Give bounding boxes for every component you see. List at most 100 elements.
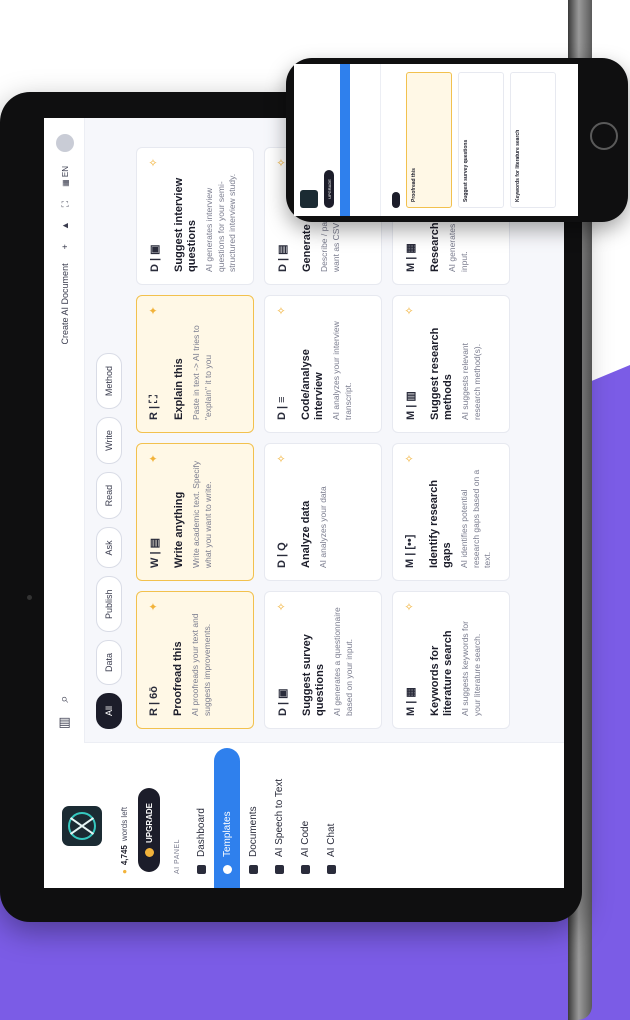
tablet-camera xyxy=(27,595,32,600)
card-description: Paste in text -> AI tries to "explain" i… xyxy=(191,325,213,420)
app-window: ● 4,745 words left UPGRADE AI PANEL Dash… xyxy=(44,118,564,888)
card-badge: D | ▣ xyxy=(277,688,289,716)
card-badge: D | ≡ xyxy=(276,396,288,420)
phone-logo xyxy=(300,190,318,208)
tab-publish[interactable]: Publish xyxy=(96,576,122,632)
sidebar-nav: Dashboard Templates Documents AI Speech … xyxy=(188,748,344,888)
card-description: AI analyzes your data xyxy=(318,486,329,568)
card-title: Suggest research methods xyxy=(429,327,455,420)
words-count: 4,745 xyxy=(120,845,129,866)
avatar[interactable] xyxy=(56,134,74,152)
card-title: Identify research gaps xyxy=(428,479,454,568)
app-logo[interactable] xyxy=(62,806,102,846)
template-card[interactable]: ✦ R | 6ō Proofread this AI proofreads your … xyxy=(136,591,254,729)
card-badge: D | Q xyxy=(276,542,288,568)
star-icon[interactable]: ✦ xyxy=(147,454,160,463)
phone-sidebar: UPGRADE xyxy=(294,64,381,216)
language-selector[interactable]: ▦ EN xyxy=(61,166,70,187)
template-card[interactable]: ✧ D | ▣ Suggest interview questions AI gene… xyxy=(136,147,254,285)
card-description: AI generates interview questions for you… xyxy=(204,173,238,272)
phone-app: UPGRADE Proofread this Suggest survey qu… xyxy=(294,64,578,216)
template-card[interactable]: ✧ M | ▥ Suggest research methods AI suggest… xyxy=(392,295,510,433)
coin-icon: ● xyxy=(120,869,129,874)
card-description: AI generates a questionnaire based on yo… xyxy=(332,607,354,716)
star-icon[interactable]: ✦ xyxy=(147,306,160,315)
document-icon xyxy=(248,865,258,874)
phone-card-title: Keywords for literature search xyxy=(515,129,521,202)
phone-screen: UPGRADE Proofread this Suggest survey qu… xyxy=(294,64,578,216)
phone-home-button xyxy=(590,122,618,150)
bell-icon[interactable]: ▲ xyxy=(60,221,70,230)
sidebar-item-ai-code[interactable]: AI Code xyxy=(292,748,318,878)
card-title: Keywords for literature search xyxy=(429,630,455,716)
template-card[interactable]: ✧ M | [••] Identify research gaps AI identi… xyxy=(392,443,510,581)
sidebar-item-documents[interactable]: Documents xyxy=(240,748,266,878)
create-ai-document-link[interactable]: Create AI Document xyxy=(60,263,70,344)
template-card[interactable]: ✦ W | ▤ Write anything Write academic text.… xyxy=(136,443,254,581)
tab-read[interactable]: Read xyxy=(96,471,122,520)
sidebar-item-dashboard[interactable]: Dashboard xyxy=(188,748,214,878)
sidebar-section-label: AI PANEL xyxy=(174,839,181,874)
card-badge: W | ▤ xyxy=(149,538,161,568)
star-icon[interactable]: ✧ xyxy=(403,306,416,315)
phone-upgrade-button[interactable]: UPGRADE xyxy=(324,170,334,208)
sidebar-item-templates[interactable]: Templates xyxy=(214,748,240,888)
star-icon[interactable]: ✧ xyxy=(275,454,288,463)
card-description: AI suggests relevant research method(s). xyxy=(460,342,482,420)
tab-ask[interactable]: Ask xyxy=(96,527,122,569)
card-title: Explain this xyxy=(173,358,185,420)
card-title: Proofread this xyxy=(172,641,184,716)
phone-card-title: Proofread this xyxy=(411,168,417,202)
words-left-indicator: ● 4,745 words left xyxy=(120,807,129,874)
star-icon[interactable]: ✧ xyxy=(275,306,288,315)
tab-method[interactable]: Method xyxy=(96,353,122,410)
upgrade-label: UPGRADE xyxy=(144,803,154,844)
star-icon[interactable]: ✦ xyxy=(147,602,160,611)
grid-icon xyxy=(196,865,206,874)
tab-all[interactable]: All xyxy=(96,692,122,729)
phone-card[interactable]: Keywords for literature search xyxy=(510,72,556,208)
card-description: AI analyzes your interview transcript. xyxy=(331,321,353,420)
card-title: Suggest survey questions xyxy=(301,634,327,716)
tab-write[interactable]: Write xyxy=(96,417,122,464)
card-description: AI identifies potential research gaps ba… xyxy=(459,469,493,568)
phone-card[interactable]: Suggest survey questions xyxy=(458,72,504,208)
words-suffix: words left xyxy=(120,806,129,842)
card-title: Analyze data xyxy=(300,500,312,568)
sidebar: ● 4,745 words left UPGRADE AI PANEL Dash… xyxy=(44,742,564,888)
template-card[interactable]: ✧ D | Q Analyze data AI analyzes your data xyxy=(264,443,382,581)
topbar: ▥ ⌕ Create AI Document + ▲ ⛶ ▦ EN xyxy=(44,118,85,743)
template-card[interactable]: ✦ R | ⛶ Explain this Paste in text -> AI tr… xyxy=(136,295,254,433)
template-card[interactable]: ✧ D | ≡ Code/analyse interview AI analyzes … xyxy=(264,295,382,433)
card-badge: R | ⛶ xyxy=(148,395,160,420)
sidebar-item-speech-to-text[interactable]: AI Speech to Text xyxy=(266,748,292,878)
template-card[interactable]: ✧ M | ▦ Keywords for literature search AI s… xyxy=(392,591,510,729)
card-description: Write academic text. Specify what you wa… xyxy=(191,460,213,568)
chart-icon[interactable]: ▥ xyxy=(56,717,72,729)
fullscreen-icon[interactable]: ⛶ xyxy=(60,201,71,207)
card-badge: M | ▦ xyxy=(405,687,417,716)
sidebar-item-ai-chat[interactable]: AI Chat xyxy=(318,748,344,878)
plus-icon[interactable]: + xyxy=(60,244,70,249)
code-icon xyxy=(300,865,310,874)
upgrade-icon xyxy=(144,848,154,858)
card-description: AI suggests keywords for your literature… xyxy=(460,621,482,716)
star-icon[interactable]: ✧ xyxy=(275,602,288,611)
phone-tab-all[interactable] xyxy=(392,192,400,208)
tab-data[interactable]: Data xyxy=(96,639,122,685)
star-icon[interactable]: ✧ xyxy=(147,158,160,167)
phone-card[interactable]: Proofread this xyxy=(406,72,452,208)
card-badge: M | ▥ xyxy=(405,391,417,420)
card-description: AI proofreads your text and suggests imp… xyxy=(190,613,212,716)
template-card[interactable]: ✧ D | ▣ Suggest survey questions AI generat… xyxy=(264,591,382,729)
card-badge: D | ▣ xyxy=(149,244,161,272)
upgrade-button[interactable]: UPGRADE xyxy=(138,788,160,872)
card-title: Code/analyse interview xyxy=(300,349,326,420)
search-icon[interactable]: ⌕ xyxy=(56,695,72,702)
phone-card-title: Suggest survey questions xyxy=(463,139,469,202)
phone-nav-active[interactable] xyxy=(340,64,350,216)
tablet-screen: ● 4,745 words left UPGRADE AI PANEL Dash… xyxy=(44,118,564,888)
card-badge: M | [••] xyxy=(404,534,416,568)
star-icon[interactable]: ✧ xyxy=(403,602,416,611)
star-icon[interactable]: ✧ xyxy=(403,454,416,463)
